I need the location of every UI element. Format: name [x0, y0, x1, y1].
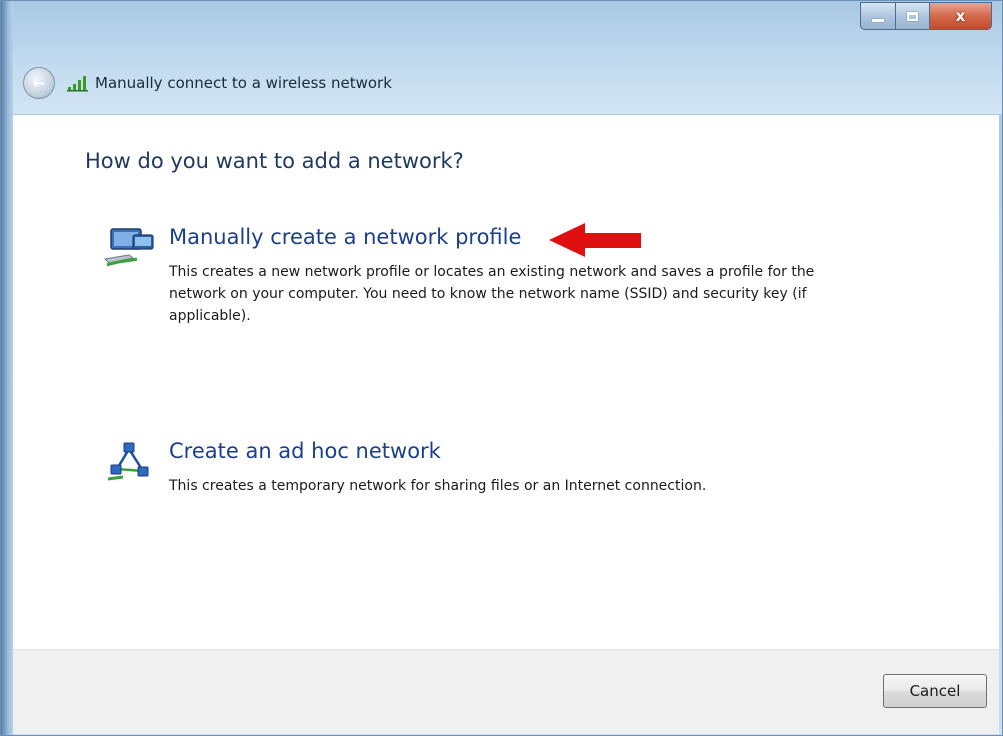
maximize-icon [907, 11, 918, 21]
cancel-button[interactable]: Cancel [883, 674, 987, 708]
window-controls: x [860, 2, 992, 32]
page-heading: How do you want to add a network? [85, 149, 464, 173]
window-frame-edge [1, 1, 13, 735]
back-button[interactable]: ← [23, 67, 55, 99]
back-arrow-icon: ← [32, 74, 46, 92]
dialog-window: x ← Manually connect to a wireless netwo… [0, 0, 1003, 736]
red-arrow-icon [549, 223, 641, 257]
network-profile-icon [103, 228, 154, 267]
content-area: How do you want to add a network? Manual… [13, 115, 999, 649]
ad-hoc-network-icon [107, 442, 149, 481]
option-description-ad-hoc: This creates a temporary network for sha… [169, 478, 707, 494]
option-description-manual-profile: This creates a new network profile or lo… [169, 264, 815, 324]
minimize-button[interactable] [860, 2, 896, 30]
option-title-manual-profile[interactable]: Manually create a network profile [169, 225, 521, 249]
maximize-button[interactable] [896, 2, 930, 30]
nav-row: ← Manually connect to a wireless network [23, 67, 392, 99]
close-button[interactable]: x [930, 2, 992, 30]
minimize-icon [872, 19, 884, 22]
wireless-signal-icon [67, 76, 88, 92]
window-title: Manually connect to a wireless network [95, 74, 392, 92]
close-icon: x [955, 7, 966, 25]
dialog-footer: Cancel [13, 649, 999, 734]
option-title-ad-hoc[interactable]: Create an ad hoc network [169, 439, 441, 463]
